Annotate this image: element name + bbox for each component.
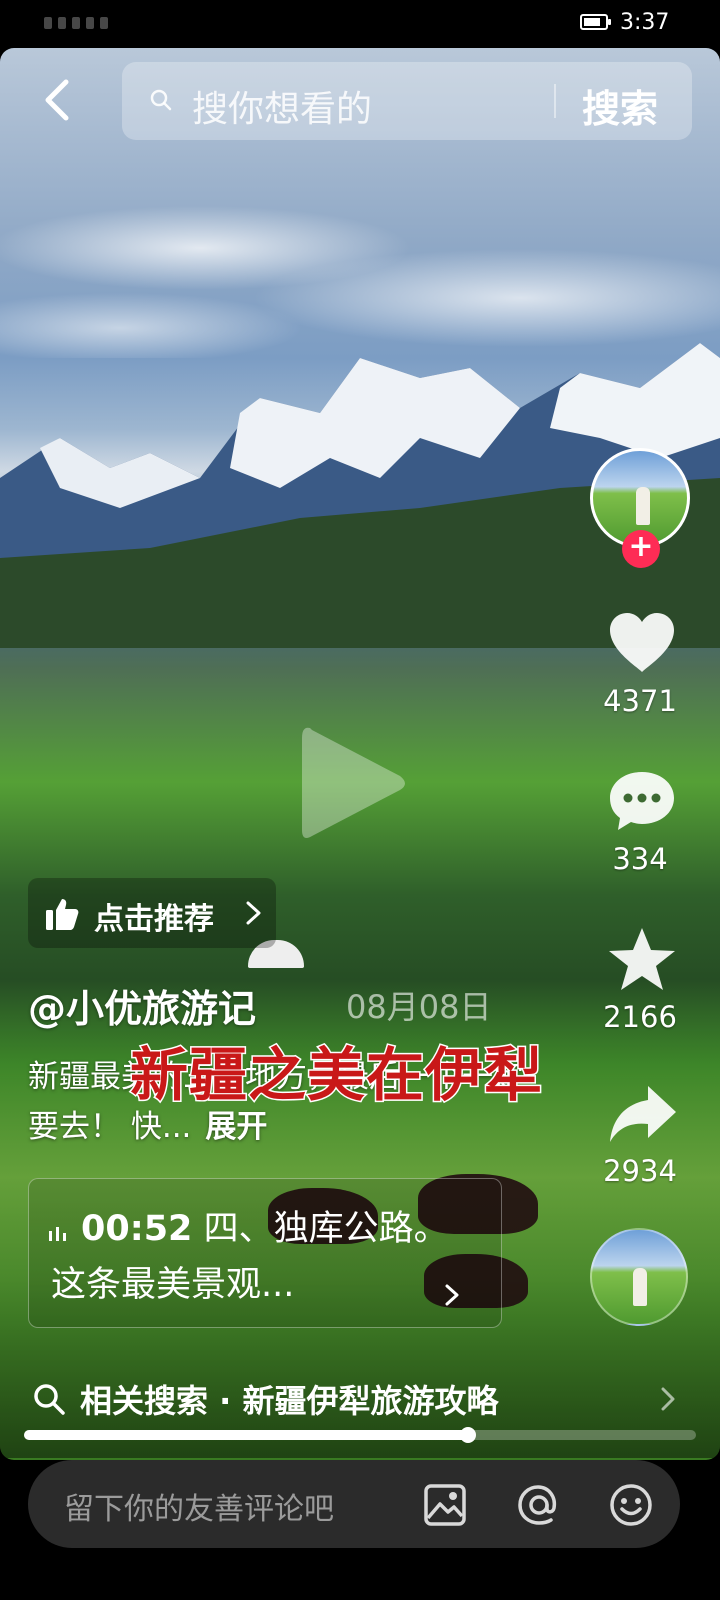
back-icon[interactable] [38,78,78,122]
status-bar: 3:37 [0,0,720,48]
search-input[interactable]: 搜你想看的 [192,80,372,132]
related-search-bar[interactable]: 相关搜索 · 新疆伊犁旅游攻略 [0,1368,720,1428]
recommend-label: 点击推荐 [94,902,214,937]
share-icon[interactable] [606,1082,678,1148]
recommend-button[interactable]: 点击推荐 [28,878,276,948]
status-notification-icons [44,14,174,32]
follow-button[interactable]: + [622,530,660,568]
chapter-timestamp: 00:52 [81,1209,193,1249]
music-avatar[interactable] [590,1228,688,1326]
chevron-right-icon [246,901,261,925]
search-divider [554,84,556,118]
author-name[interactable]: @小优旅游记 [28,978,256,1033]
expand-button[interactable]: 展开 [205,1109,267,1145]
favorite-count: 2166 [603,1000,677,1034]
chapter-text: 00:52 四、独库公路。这条最美景观... [51,1201,471,1313]
battery-icon [580,14,611,30]
post-date: 08月08日 [346,988,492,1026]
share-count: 2934 [603,1154,677,1188]
like-count: 4371 [603,684,677,718]
video-overlay-title: 新疆之美在伊犁 [128,1040,544,1111]
playback-progress-bar[interactable] [24,1427,696,1443]
status-time: 3:37 [620,10,670,35]
comment-count: 334 [612,842,668,876]
related-search-label: 相关搜索 · 新疆伊犁旅游攻略 [80,1382,499,1420]
comment-bar[interactable]: 留下你的友善评论吧 [28,1460,680,1548]
emoji-icon[interactable] [608,1482,654,1528]
chevron-right-icon [661,1387,675,1411]
image-icon[interactable] [422,1482,468,1528]
at-icon[interactable] [516,1482,562,1528]
star-icon[interactable] [606,926,678,992]
search-box[interactable]: 搜你想看的 搜索 [122,62,692,140]
search-button[interactable]: 搜索 [582,78,658,133]
thumbs-up-icon [46,899,79,930]
progress-knob[interactable] [459,1427,476,1443]
comment-input[interactable]: 留下你的友善评论吧 [64,1484,334,1528]
search-icon [34,1384,65,1415]
chevron-right-icon [445,1284,459,1306]
progress-fill [24,1430,468,1440]
search-icon [150,89,172,111]
comment-icon[interactable] [606,768,678,834]
play-icon[interactable] [296,718,412,848]
chapter-card[interactable]: 00:52 四、独库公路。这条最美景观... [28,1178,502,1328]
heart-icon[interactable] [606,610,678,676]
